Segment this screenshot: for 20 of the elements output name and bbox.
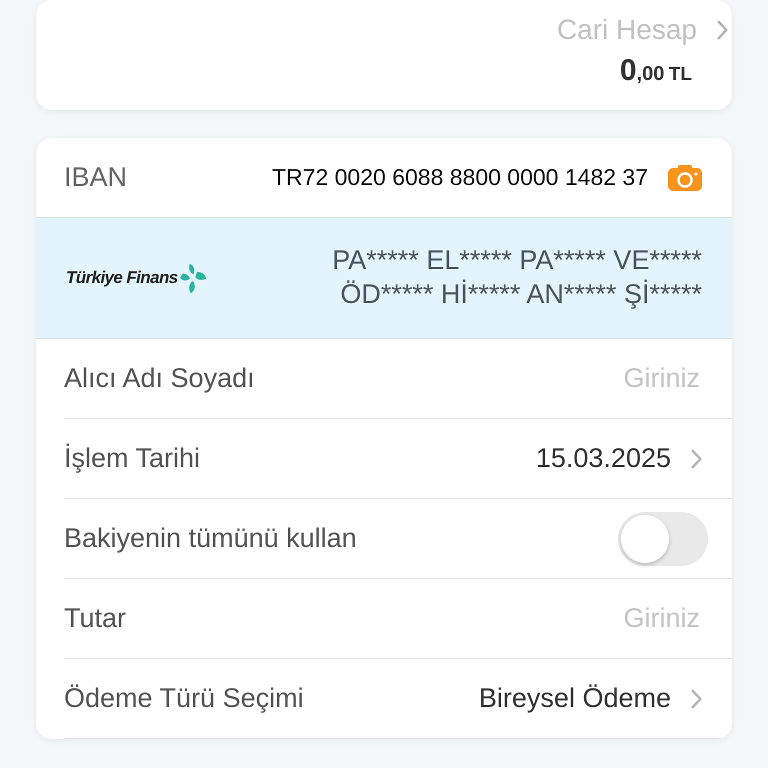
field-label: Ödeme Türü Seçimi (64, 683, 305, 714)
select-value[interactable]: 15.03.2025 (536, 443, 671, 474)
account-balance: 0,00 TL (620, 54, 692, 88)
camera-icon[interactable] (668, 164, 702, 190)
iban-value: TR72 0020 6088 8800 0000 1482 37 (272, 164, 648, 191)
chevron-icon (691, 448, 702, 468)
select-value[interactable]: Bireysel Ödeme (478, 683, 671, 714)
flower-icon (180, 261, 207, 295)
input-field[interactable]: Giriniz (498, 362, 702, 395)
field-label: Bakiyenin tümünü kullan (64, 523, 358, 554)
input-field[interactable]: Giriniz (498, 602, 702, 635)
chevron-icon (717, 20, 728, 40)
field-label: İşlem Tarihi (64, 443, 202, 474)
account-holder-name: ÖD***** Hİ***** AN***** Şİ***** (340, 278, 702, 311)
field-label: Tutar (64, 603, 128, 634)
bank-name: Türkiye Finans (66, 268, 178, 288)
account-holder-name: PA***** EL***** PA***** VE***** (332, 244, 702, 278)
iban-label: IBAN (64, 162, 128, 193)
field-label: Alıcı Adı Soyadı (64, 363, 256, 394)
chevron-icon (691, 688, 702, 708)
